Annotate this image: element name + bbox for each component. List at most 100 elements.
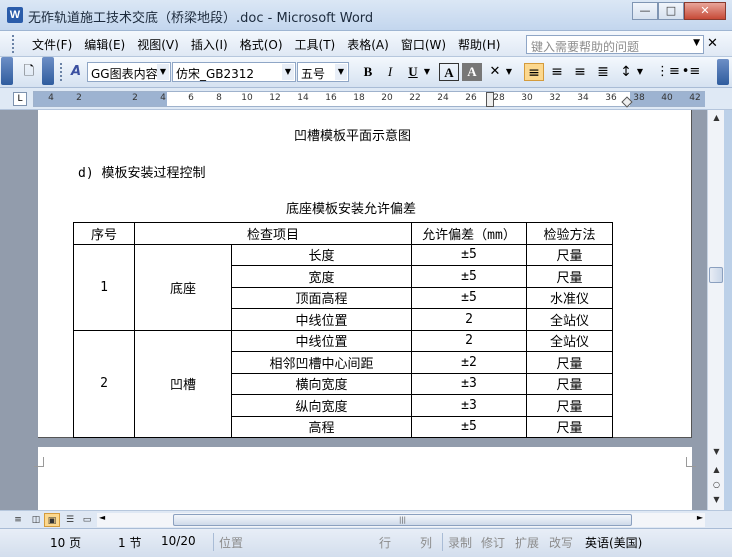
styles-pane-icon[interactable]: A [66, 63, 86, 81]
bold-button[interactable]: B [358, 63, 378, 81]
line-spacing-dropdown-icon[interactable]: ▼ [634, 63, 646, 81]
document-page[interactable]: 凹槽模板平面示意图 d) 模板安装过程控制 底座模板安装允许偏差 序号 检查项目… [38, 110, 692, 438]
align-center-button[interactable]: ≡ [547, 63, 567, 81]
align-justify-button[interactable]: ≡ [524, 63, 544, 81]
method-cell[interactable]: 尺量 [526, 372, 613, 395]
status-column[interactable]: 列 [420, 534, 432, 551]
tolerance-cell[interactable]: ±5 [411, 265, 527, 288]
horizontal-scroll-thumb[interactable]: ||| [173, 514, 632, 526]
tolerance-cell[interactable]: ±5 [411, 243, 527, 266]
tolerance-cell[interactable]: 2 [411, 329, 527, 352]
character-border-button[interactable]: A [439, 63, 459, 81]
minimize-button[interactable]: — [632, 2, 658, 20]
reading-layout-view-icon[interactable]: ▭ [79, 513, 95, 527]
text-effects-dropdown-icon[interactable]: ▼ [503, 63, 515, 81]
normal-view-icon[interactable]: ≡ [10, 513, 26, 527]
menubar-grip-icon[interactable] [12, 35, 16, 53]
status-page-of[interactable]: 10/20 [161, 534, 196, 548]
menu-insert[interactable]: 插入(I) [185, 36, 234, 53]
tolerance-cell[interactable]: ±5 [411, 286, 527, 309]
item-cell[interactable]: 中线位置 [231, 308, 412, 331]
tolerance-cell[interactable]: ±5 [411, 415, 527, 438]
horizontal-scrollbar[interactable]: ◄ ||| ► [97, 513, 705, 527]
underline-button[interactable]: U [403, 63, 423, 81]
group-number-cell[interactable]: 2 [73, 329, 135, 438]
method-cell[interactable]: 尺量 [526, 265, 613, 288]
item-cell[interactable]: 顶面高程 [231, 286, 412, 309]
font-combo[interactable]: 仿宋_GB2312 ▼ [172, 62, 296, 82]
previous-page-icon[interactable]: ▲ [708, 462, 725, 478]
status-record[interactable]: 录制 [448, 534, 472, 551]
menu-format[interactable]: 格式(O) [234, 36, 289, 53]
style-combo[interactable]: GG图表内容 ▼ [87, 62, 171, 82]
tolerance-cell[interactable]: ±3 [411, 394, 527, 417]
style-dropdown-icon[interactable]: ▼ [157, 64, 169, 80]
scroll-down-icon[interactable]: ▼ [708, 444, 725, 460]
print-layout-view-icon[interactable]: ▣ [44, 513, 60, 527]
line-spacing-icon[interactable]: ↕ [616, 63, 636, 81]
tolerance-cell[interactable]: ±2 [411, 351, 527, 374]
header-cell[interactable]: 检验方法 [526, 222, 613, 245]
method-cell[interactable]: 尺量 [526, 243, 613, 266]
status-overtype[interactable]: 改写 [549, 534, 573, 551]
font-size-dropdown-icon[interactable]: ▼ [335, 64, 347, 80]
menu-tools[interactable]: 工具(T) [289, 36, 342, 53]
menu-help[interactable]: 帮助(H) [452, 36, 506, 53]
group-name-cell[interactable]: 底座 [134, 243, 232, 331]
toolbar-options-icon[interactable] [717, 59, 729, 85]
numbering-icon[interactable]: ⋮≡ [656, 63, 680, 81]
item-cell[interactable]: 长度 [231, 243, 412, 266]
scroll-up-icon[interactable]: ▲ [708, 110, 725, 126]
maximize-button[interactable]: □ [658, 2, 684, 20]
document-area[interactable]: 凹槽模板平面示意图 d) 模板安装过程控制 底座模板安装允许偏差 序号 检查项目… [0, 110, 707, 510]
character-shading-button[interactable]: A [462, 63, 482, 81]
new-document-icon[interactable]: 🗋 [19, 63, 39, 81]
status-language[interactable]: 英语(美国) [585, 534, 642, 551]
method-cell[interactable]: 全站仪 [526, 329, 613, 352]
close-document-button[interactable]: ✕ [707, 36, 718, 51]
tolerance-cell[interactable]: 2 [411, 308, 527, 331]
help-search-input[interactable]: 键入需要帮助的问题 ▼ [526, 35, 704, 54]
item-cell[interactable]: 纵向宽度 [231, 394, 412, 417]
status-page[interactable]: 10 页 [50, 534, 81, 551]
method-cell[interactable]: 全站仪 [526, 308, 613, 331]
menu-table[interactable]: 表格(A) [341, 36, 395, 53]
status-section[interactable]: 1 节 [118, 534, 141, 551]
item-cell[interactable]: 中线位置 [231, 329, 412, 352]
outline-view-icon[interactable]: ☰ [62, 513, 78, 527]
item-cell[interactable]: 高程 [231, 415, 412, 438]
italic-button[interactable]: I [380, 63, 400, 81]
header-cell[interactable]: 序号 [73, 222, 135, 245]
status-line[interactable]: 行 [379, 534, 391, 551]
toolbar-grip-icon[interactable] [60, 63, 64, 81]
method-cell[interactable]: 水准仪 [526, 286, 613, 309]
bullets-icon[interactable]: •≡ [681, 63, 701, 81]
font-dropdown-icon[interactable]: ▼ [282, 64, 294, 80]
tolerance-table[interactable]: 序号 检查项目 允许偏差（mm） 检验方法 1 底座 长度 ±5 尺量 宽度 ±… [73, 222, 613, 438]
align-right-button[interactable]: ≡ [570, 63, 590, 81]
menu-file[interactable]: 文件(F) [26, 36, 78, 53]
menu-edit[interactable]: 编辑(E) [78, 36, 131, 53]
status-position[interactable]: 位置 [219, 534, 243, 551]
next-page-icon[interactable]: ▼ [708, 492, 725, 508]
scroll-left-icon[interactable]: ◄ [99, 513, 105, 522]
word-app-icon[interactable]: W [7, 7, 23, 23]
vertical-scroll-thumb[interactable] [709, 267, 723, 283]
group-name-cell[interactable]: 凹槽 [134, 329, 232, 438]
font-size-combo[interactable]: 五号 ▼ [297, 62, 349, 82]
scroll-right-icon[interactable]: ► [697, 513, 703, 522]
header-cell[interactable]: 允许偏差（mm） [411, 222, 527, 245]
menu-window[interactable]: 窗口(W) [395, 36, 452, 53]
next-document-page[interactable] [34, 447, 696, 510]
select-browse-object-icon[interactable]: ○ [708, 477, 725, 493]
status-track-changes[interactable]: 修订 [481, 534, 505, 551]
help-dropdown-icon[interactable]: ▼ [693, 38, 700, 48]
method-cell[interactable]: 尺量 [526, 394, 613, 417]
distributed-align-button[interactable]: ≣ [593, 63, 613, 81]
horizontal-ruler[interactable]: 4 2 2 4 6 8 10 12 14 16 18 20 22 24 26 28 30 32 34 36 38 40 42 [33, 91, 705, 108]
item-cell[interactable]: 宽度 [231, 265, 412, 288]
web-layout-view-icon[interactable]: ◫ [28, 513, 44, 527]
menu-view[interactable]: 视图(V) [131, 36, 185, 53]
method-cell[interactable]: 尺量 [526, 351, 613, 374]
group-number-cell[interactable]: 1 [73, 243, 135, 331]
